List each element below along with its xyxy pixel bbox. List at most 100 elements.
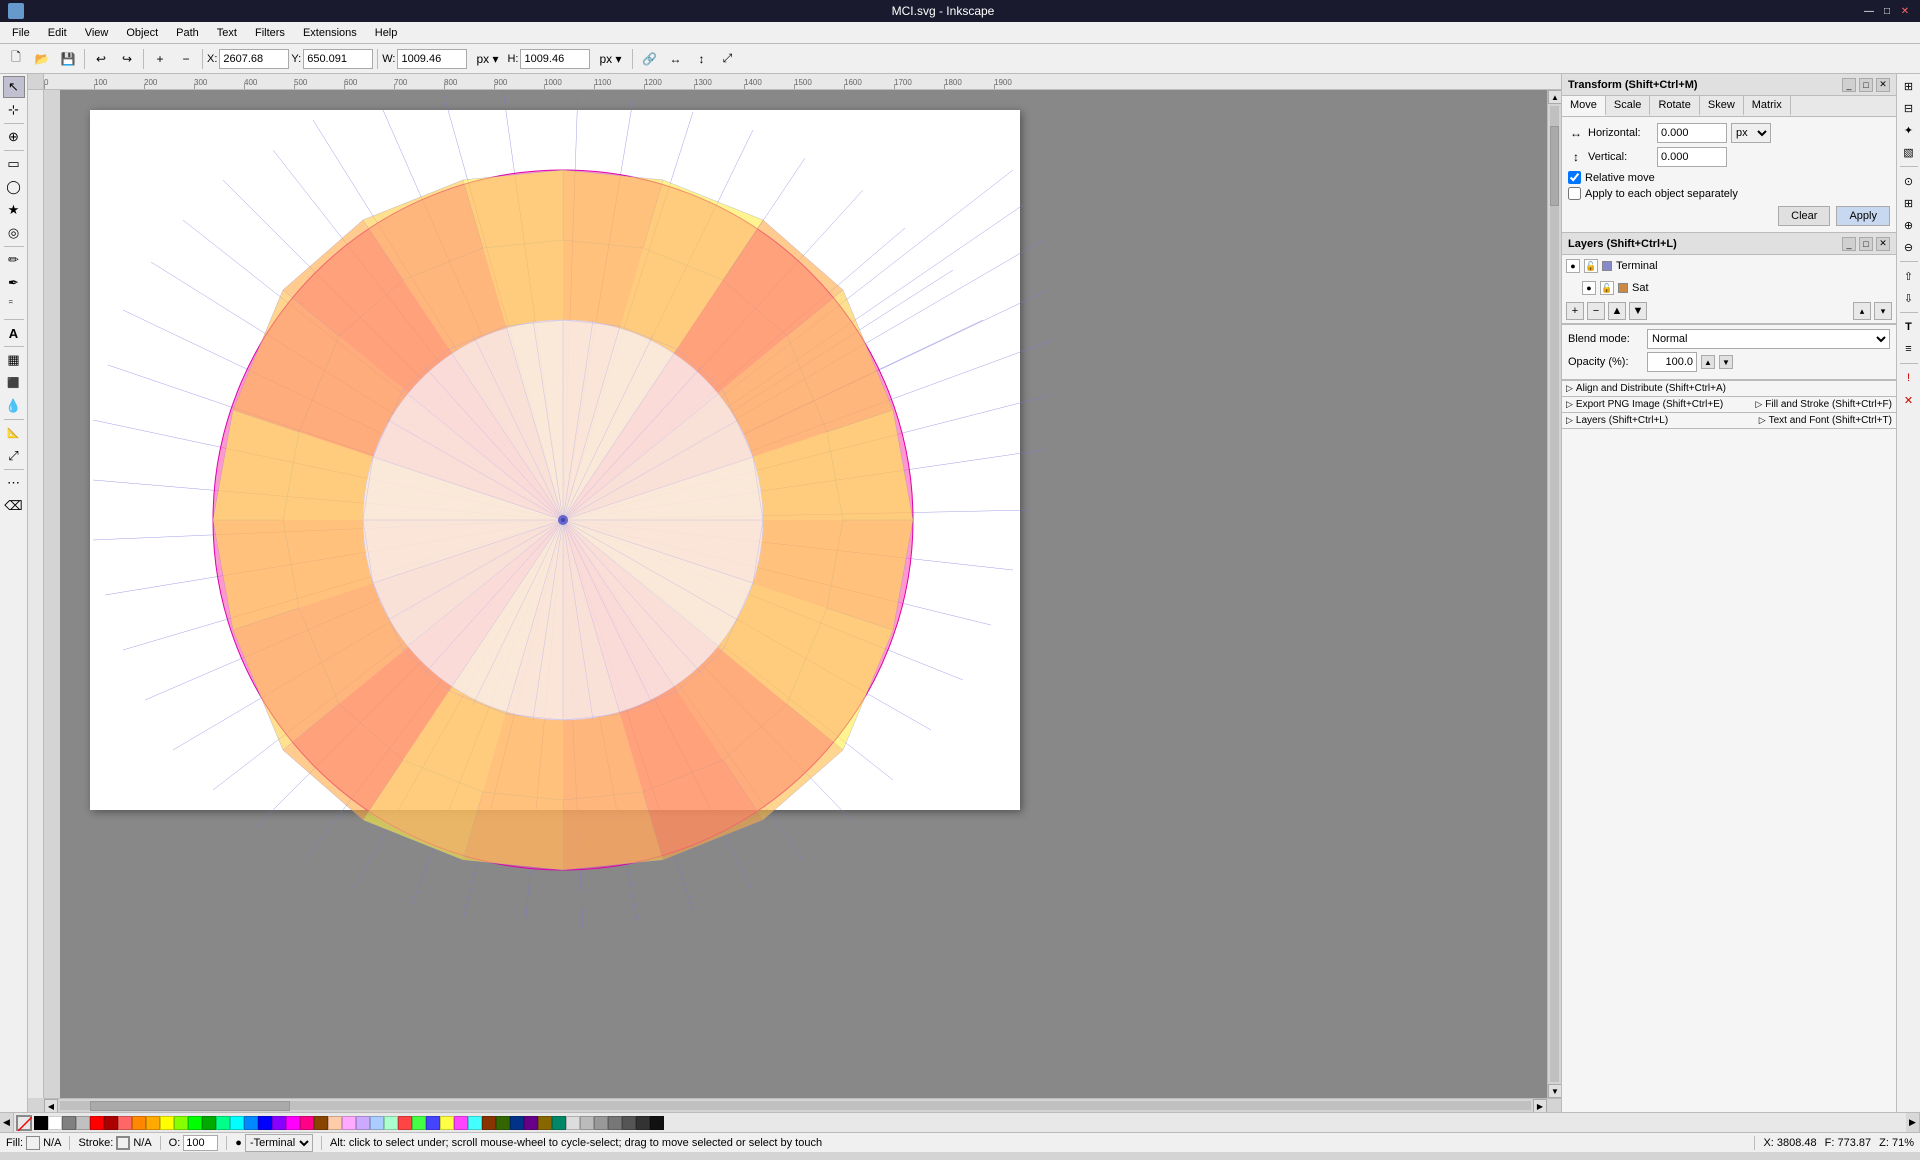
opacity-status-input[interactable] (183, 1135, 218, 1151)
no-color-swatch[interactable] (16, 1115, 32, 1131)
tab-move[interactable]: Move (1562, 96, 1606, 116)
zoom-in-button[interactable]: + (148, 47, 172, 71)
height-input[interactable] (520, 49, 590, 69)
eyedropper-button[interactable]: 💧 (3, 395, 25, 417)
hscroll-left-button[interactable]: ◀ (44, 1099, 58, 1112)
palette-swatch-44[interactable] (650, 1116, 664, 1130)
palette-swatch-35[interactable] (524, 1116, 538, 1130)
coord-y-input[interactable] (303, 49, 373, 69)
clear-button[interactable]: Clear (1778, 206, 1830, 226)
vscroll-thumb[interactable] (1550, 126, 1559, 206)
menu-item-help[interactable]: Help (367, 25, 406, 41)
tab-matrix[interactable]: Matrix (1744, 96, 1791, 116)
xml-editor-button[interactable]: ✦ (1899, 120, 1919, 140)
transform-close-button[interactable]: ✕ (1876, 78, 1890, 92)
hscroll-right-button[interactable]: ▶ (1533, 1099, 1547, 1112)
tab-scale[interactable]: Scale (1606, 96, 1651, 116)
lines-button[interactable]: ≡ (1899, 339, 1919, 359)
export-button[interactable]: ⇧ (1899, 266, 1919, 286)
layer-add-button[interactable]: + (1566, 302, 1584, 320)
view-toggle-button[interactable]: ⊟ (1899, 98, 1919, 118)
snap-toolbar-button[interactable]: ⊞ (1899, 76, 1919, 96)
flip-v-button[interactable]: ↕ (689, 47, 713, 71)
palette-swatch-15[interactable] (244, 1116, 258, 1130)
paint-bucket-button[interactable]: ⬛ (3, 372, 25, 394)
palette-swatch-7[interactable] (132, 1116, 146, 1130)
transform-collapse-button[interactable]: _ (1842, 78, 1856, 92)
tab-rotate[interactable]: Rotate (1650, 96, 1699, 116)
opacity-input[interactable] (1647, 352, 1697, 372)
palette-swatch-22[interactable] (342, 1116, 356, 1130)
opacity-up-button[interactable]: ▲ (1701, 355, 1715, 369)
layer-sat-eye[interactable]: ● (1582, 281, 1596, 295)
palette-swatch-25[interactable] (384, 1116, 398, 1130)
spray-tool-button[interactable]: ⋯ (3, 472, 25, 494)
palette-swatch-20[interactable] (314, 1116, 328, 1130)
ellipse-tool-button[interactable]: ◯ (3, 176, 25, 198)
palette-swatch-32[interactable] (482, 1116, 496, 1130)
palette-swatch-29[interactable] (440, 1116, 454, 1130)
menu-item-file[interactable]: File (4, 25, 38, 41)
palette-right-arrow[interactable]: ▶ (1906, 1113, 1920, 1133)
select-tool-button[interactable]: ↖ (3, 76, 25, 98)
close-button[interactable]: ✕ (1898, 4, 1912, 18)
palette-swatch-31[interactable] (468, 1116, 482, 1130)
relative-move-checkbox[interactable] (1568, 171, 1581, 184)
transform-float-button[interactable]: □ (1859, 78, 1873, 92)
palette-swatch-4[interactable] (90, 1116, 104, 1130)
palette-swatch-26[interactable] (398, 1116, 412, 1130)
text-tool-button[interactable]: A (3, 322, 25, 344)
zoom-out-button[interactable]: − (174, 47, 198, 71)
align-distribute-button[interactable]: ⊞ (1899, 193, 1919, 213)
palette-swatch-40[interactable] (594, 1116, 608, 1130)
apply-each-checkbox[interactable] (1568, 187, 1581, 200)
hscroll-thumb[interactable] (90, 1101, 290, 1111)
align-panel-row[interactable]: ▷ Align and Distribute (Shift+Ctrl+A) (1562, 381, 1896, 397)
menu-item-edit[interactable]: Edit (40, 25, 75, 41)
hscroll-track[interactable] (60, 1101, 1531, 1110)
palette-swatch-10[interactable] (174, 1116, 188, 1130)
palette-swatch-3[interactable] (76, 1116, 90, 1130)
palette-swatch-2[interactable] (62, 1116, 76, 1130)
warning-button[interactable]: ! (1899, 368, 1919, 388)
gradient-tool-button[interactable]: ▦ (3, 349, 25, 371)
palette-swatch-14[interactable] (230, 1116, 244, 1130)
opacity-down-button[interactable]: ▼ (1719, 355, 1733, 369)
zoom-tool-button[interactable]: ⊕ (3, 126, 25, 148)
zoom-fit-button[interactable]: ⊕ (1899, 215, 1919, 235)
measure-tool-button[interactable]: 📐 (3, 422, 25, 444)
layer-row-terminal[interactable]: ● 🔓 Terminal (1562, 255, 1896, 277)
palette-swatch-6[interactable] (118, 1116, 132, 1130)
layer-row-sat[interactable]: ● 🔓 Sat (1562, 277, 1896, 299)
palette-swatch-37[interactable] (552, 1116, 566, 1130)
spiral-tool-button[interactable]: ◎ (3, 222, 25, 244)
palette-swatch-23[interactable] (356, 1116, 370, 1130)
palette-swatch-1[interactable] (48, 1116, 62, 1130)
palette-swatch-12[interactable] (202, 1116, 216, 1130)
layers-close-button[interactable]: ✕ (1876, 237, 1890, 251)
layers-collapse-button[interactable]: _ (1842, 237, 1856, 251)
palette-swatch-30[interactable] (454, 1116, 468, 1130)
palette-swatch-41[interactable] (608, 1116, 622, 1130)
canvas-container[interactable] (60, 90, 1547, 1098)
menu-item-text[interactable]: Text (209, 25, 245, 41)
menu-item-filters[interactable]: Filters (247, 25, 293, 41)
star-tool-button[interactable]: ★ (3, 199, 25, 221)
palette-swatch-19[interactable] (300, 1116, 314, 1130)
palette-swatch-28[interactable] (426, 1116, 440, 1130)
zoom-page-button[interactable]: ⊖ (1899, 237, 1919, 257)
palette-swatch-38[interactable] (566, 1116, 580, 1130)
layer-move-selection-up[interactable]: ▴ (1853, 302, 1871, 320)
menu-item-view[interactable]: View (77, 25, 117, 41)
error-button[interactable]: ✕ (1899, 390, 1919, 410)
rect-tool-button[interactable]: ▭ (3, 153, 25, 175)
palette-swatch-17[interactable] (272, 1116, 286, 1130)
pen-tool-button[interactable]: ✒ (3, 272, 25, 294)
undo-button[interactable]: ↩ (89, 47, 113, 71)
layer-terminal-eye[interactable]: ● (1566, 259, 1580, 273)
vertical-input[interactable] (1657, 147, 1727, 167)
palette-swatch-36[interactable] (538, 1116, 552, 1130)
menu-item-object[interactable]: Object (118, 25, 166, 41)
save-button[interactable]: 💾 (56, 47, 80, 71)
palette-swatch-16[interactable] (258, 1116, 272, 1130)
